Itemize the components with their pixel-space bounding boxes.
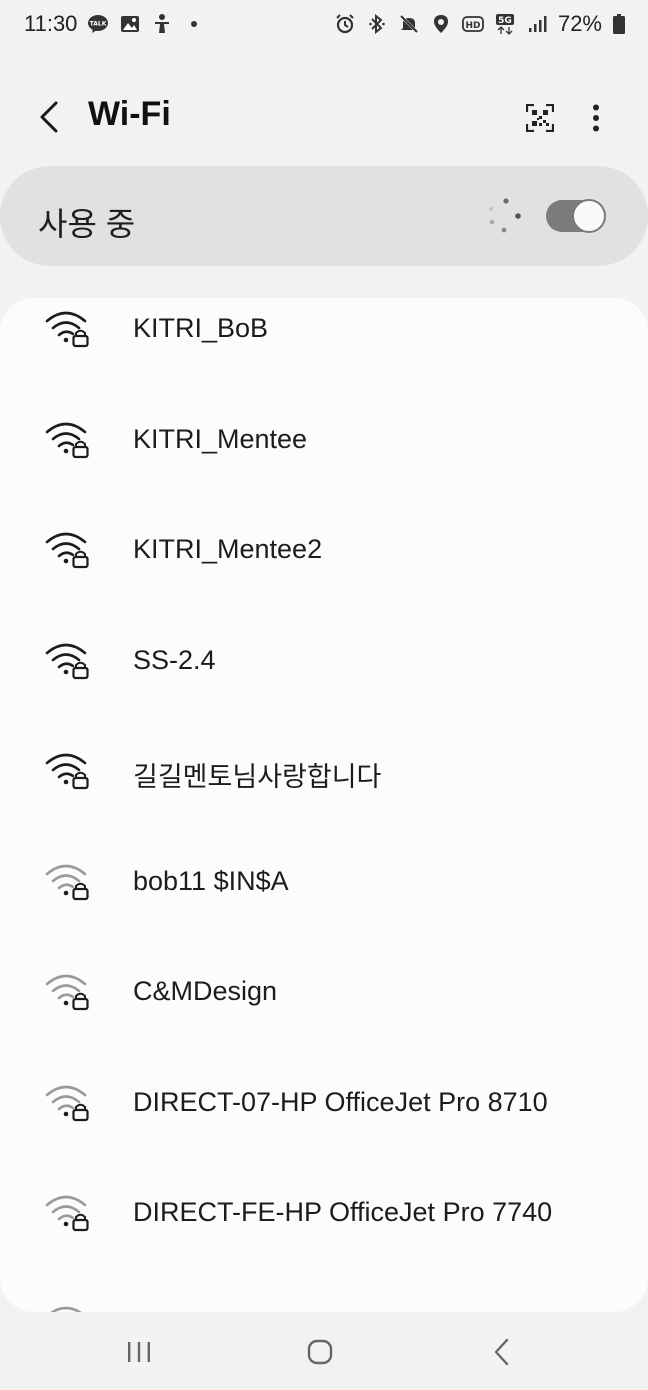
wifi-lock-icon xyxy=(44,419,90,459)
network-item[interactable]: SS-2.4 xyxy=(0,606,648,716)
network-name: DIRECT-FE-HP OfficeJet Pro 7740 xyxy=(133,1197,553,1227)
network-item[interactable]: b xyxy=(0,1269,648,1312)
wifi-toggle-switch[interactable] xyxy=(546,199,606,233)
nav-back-button[interactable] xyxy=(480,1330,524,1374)
switch-knob xyxy=(572,199,606,233)
svg-text:5G: 5G xyxy=(498,16,512,26)
status-time: 11:30 xyxy=(24,11,78,36)
battery-icon xyxy=(612,13,626,35)
scanning-spinner-icon xyxy=(489,198,521,233)
mute-icon xyxy=(398,13,420,35)
status-bar: 11:30 TALK HD 5G 72% xyxy=(0,0,648,48)
network-item[interactable]: DIRECT-FE-HP OfficeJet Pro 7740 xyxy=(0,1158,648,1268)
svg-text:HD: HD xyxy=(465,21,480,31)
wifi-lock-icon xyxy=(44,971,90,1011)
network-item[interactable]: KITRI_BoB xyxy=(0,298,648,384)
network-name: KITRI_Mentee2 xyxy=(133,534,323,564)
wifi-lock-icon xyxy=(44,640,90,680)
dot-icon xyxy=(183,13,205,35)
qr-scan-button[interactable] xyxy=(520,98,560,138)
home-icon xyxy=(307,1339,333,1365)
network-name: bob11 $IN$A xyxy=(133,865,289,896)
5g-icon: 5G xyxy=(494,13,516,35)
status-bar-left: 11:30 TALK xyxy=(24,11,205,37)
more-options-button[interactable] xyxy=(578,98,614,138)
more-vert-icon xyxy=(593,104,599,132)
network-item[interactable]: C&MDesign xyxy=(0,937,648,1047)
network-item[interactable]: bob11 $IN$A xyxy=(0,827,648,937)
navigation-bar xyxy=(0,1312,648,1390)
network-name: KITRI_BoB xyxy=(133,313,269,343)
qr-scan-icon xyxy=(526,104,554,132)
app-bar: Wi-Fi xyxy=(0,72,648,162)
wifi-lock-icon xyxy=(44,529,90,569)
network-item[interactable]: DIRECT-07-HP OfficeJet Pro 8710 xyxy=(0,1048,648,1158)
hd-icon: HD xyxy=(462,13,484,35)
network-name: 길길멘토님사랑합니다 xyxy=(133,762,382,792)
talk-icon: TALK xyxy=(87,13,109,35)
bluetooth-icon xyxy=(366,13,388,35)
wifi-lock-icon xyxy=(44,1303,90,1312)
alarm-icon xyxy=(334,13,356,35)
wifi-lock-icon xyxy=(44,1082,90,1122)
network-item[interactable]: KITRI_Mentee xyxy=(0,385,648,495)
wifi-lock-icon xyxy=(44,1192,90,1232)
network-name: C&MDesign xyxy=(133,976,278,1006)
network-item[interactable]: 길길멘토님사랑합니다 xyxy=(0,716,648,826)
network-name: DIRECT-07-HP OfficeJet Pro 8710 xyxy=(133,1086,548,1117)
accessibility-icon xyxy=(151,13,173,35)
location-icon xyxy=(430,13,452,35)
back-button[interactable] xyxy=(26,94,72,140)
recents-icon xyxy=(128,1342,150,1362)
svg-text:TALK: TALK xyxy=(90,21,107,28)
back-icon xyxy=(40,101,58,133)
wifi-lock-icon xyxy=(44,750,90,790)
wifi-lock-icon xyxy=(44,308,90,348)
nav-back-icon xyxy=(494,1338,509,1366)
gallery-icon xyxy=(119,13,141,35)
battery-percent: 72% xyxy=(557,11,602,36)
page-title: Wi-Fi xyxy=(88,95,171,133)
wifi-lock-icon xyxy=(44,861,90,901)
signal-icon xyxy=(526,13,548,35)
home-button[interactable] xyxy=(298,1330,342,1374)
wifi-status-label: 사용 중 xyxy=(38,206,136,242)
network-list: KITRI_BoB KITRI_Mentee KITRI_Mentee2 SS-2.4… xyxy=(0,298,648,1312)
status-bar-right: HD 5G 72% xyxy=(334,11,626,37)
recents-button[interactable] xyxy=(117,1330,161,1374)
network-name: KITRI_Mentee xyxy=(133,423,308,454)
network-name: SS-2.4 xyxy=(133,644,216,675)
network-item[interactable]: KITRI_Mentee2 xyxy=(0,495,648,605)
